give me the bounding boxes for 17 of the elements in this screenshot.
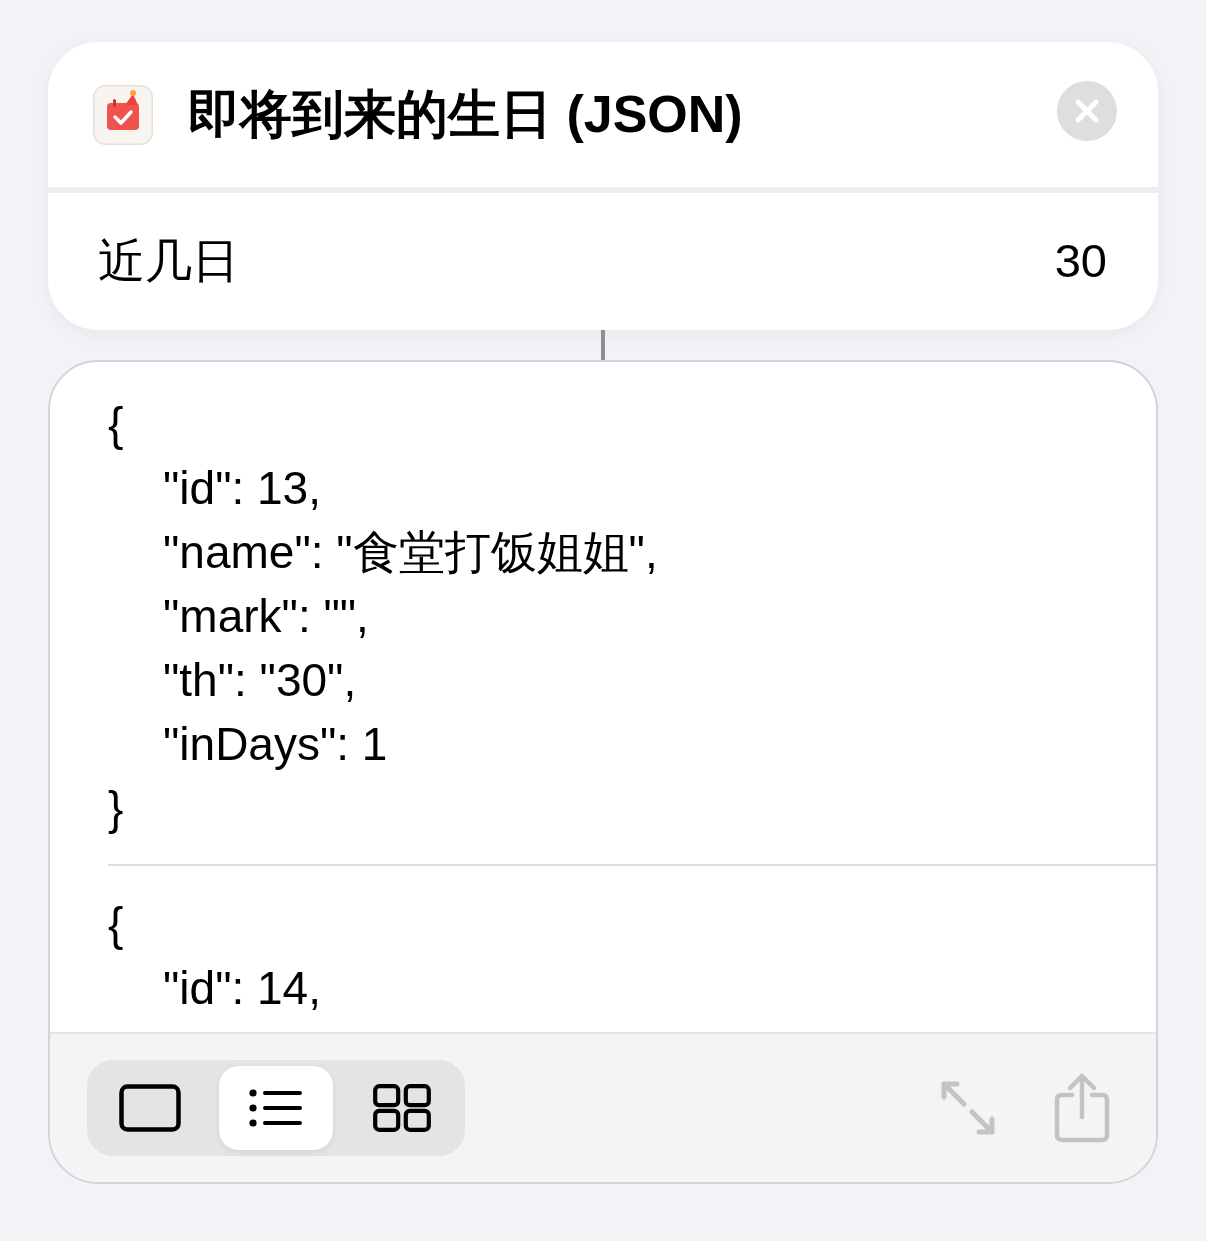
code-line: "id": 14, [163,961,321,1016]
view-mode-tab[interactable] [219,1066,333,1150]
code-line: { [108,397,124,452]
window-title: 即将到来的生日 (JSON) [188,84,743,146]
code-line: { [108,897,124,952]
calendar-app-icon [93,84,153,145]
list-icon [249,1088,303,1128]
code-line: "name": "食堂打饭姐姐", [163,525,658,580]
code-line: "id": 13, [163,461,321,516]
parameter-label: 近几日 [98,233,239,290]
code-line: "th": "30", [163,653,357,708]
code-line: "inDays": 1 [163,717,388,772]
code-line: } [108,781,124,836]
grid-icon [373,1084,431,1132]
code-line: "mark": "", [163,589,369,644]
parameter-value[interactable]: 30 [1054,226,1107,297]
rectangle-icon [119,1084,181,1132]
